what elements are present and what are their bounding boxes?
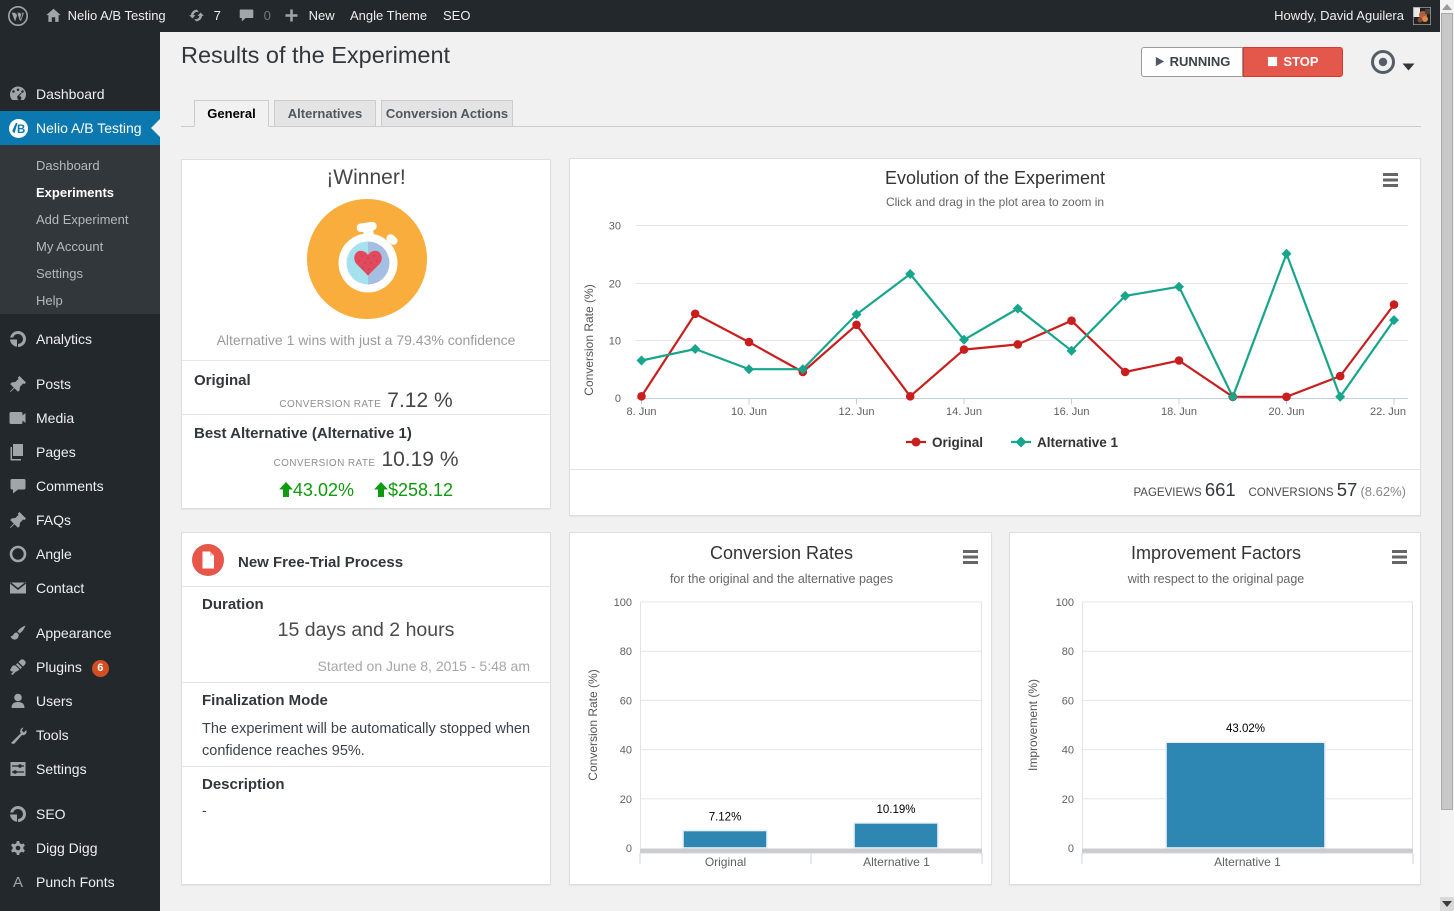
svg-text:A: A — [13, 874, 23, 891]
svg-text:40: 40 — [620, 745, 632, 757]
svg-text:30: 30 — [609, 221, 621, 233]
svg-text:20: 20 — [620, 794, 632, 806]
svg-text:10. Jun: 10. Jun — [731, 406, 767, 418]
svg-text:100: 100 — [1056, 597, 1074, 609]
svg-text:8. Jun: 8. Jun — [627, 406, 657, 418]
svg-text:Improvement (%): Improvement (%) — [1026, 679, 1040, 771]
svg-text:80: 80 — [1062, 646, 1074, 658]
svg-text:7.12%: 7.12% — [709, 812, 742, 824]
svg-text:Alternative 1: Alternative 1 — [1214, 855, 1281, 869]
svg-text:0: 0 — [1068, 843, 1074, 855]
svg-text:with respect to the original p: with respect to the original page — [1127, 572, 1305, 586]
svg-text:20. Jun: 20. Jun — [1268, 406, 1304, 418]
svg-text:12. Jun: 12. Jun — [838, 406, 874, 418]
svg-text:60: 60 — [620, 695, 632, 707]
svg-text:Alternative 1: Alternative 1 — [863, 855, 930, 869]
svg-text:10.19%: 10.19% — [876, 804, 915, 816]
svg-text:Conversion Rate (%): Conversion Rate (%) — [582, 284, 596, 395]
svg-text:0: 0 — [615, 393, 621, 405]
svg-text:22. Jun: 22. Jun — [1370, 406, 1406, 418]
svg-text:Improvement Factors: Improvement Factors — [1131, 543, 1301, 563]
svg-text:40: 40 — [1062, 745, 1074, 757]
svg-text:Evolution of the Experiment: Evolution of the Experiment — [885, 168, 1105, 188]
svg-text:Alternative 1: Alternative 1 — [1037, 435, 1119, 450]
svg-text:20: 20 — [609, 279, 621, 291]
svg-text:14. Jun: 14. Jun — [946, 406, 982, 418]
svg-text:Click and drag in the plot are: Click and drag in the plot area to zoom … — [886, 195, 1104, 209]
svg-text:Conversion Rate (%): Conversion Rate (%) — [586, 669, 600, 780]
svg-text:100: 100 — [614, 597, 632, 609]
svg-text:10: 10 — [609, 336, 621, 348]
svg-text:18. Jun: 18. Jun — [1161, 406, 1197, 418]
svg-text:20: 20 — [1062, 794, 1074, 806]
svg-text:Original: Original — [705, 855, 746, 869]
svg-text:80: 80 — [620, 646, 632, 658]
svg-text:16. Jun: 16. Jun — [1053, 406, 1089, 418]
svg-text:Conversion Rates: Conversion Rates — [710, 543, 853, 563]
svg-text:Original: Original — [932, 435, 983, 450]
svg-text:B: B — [17, 124, 25, 136]
svg-text:for the original and the alter: for the original and the alternative pag… — [670, 572, 893, 586]
svg-text:0: 0 — [626, 843, 632, 855]
svg-text:60: 60 — [1062, 695, 1074, 707]
svg-text:43.02%: 43.02% — [1226, 723, 1265, 735]
